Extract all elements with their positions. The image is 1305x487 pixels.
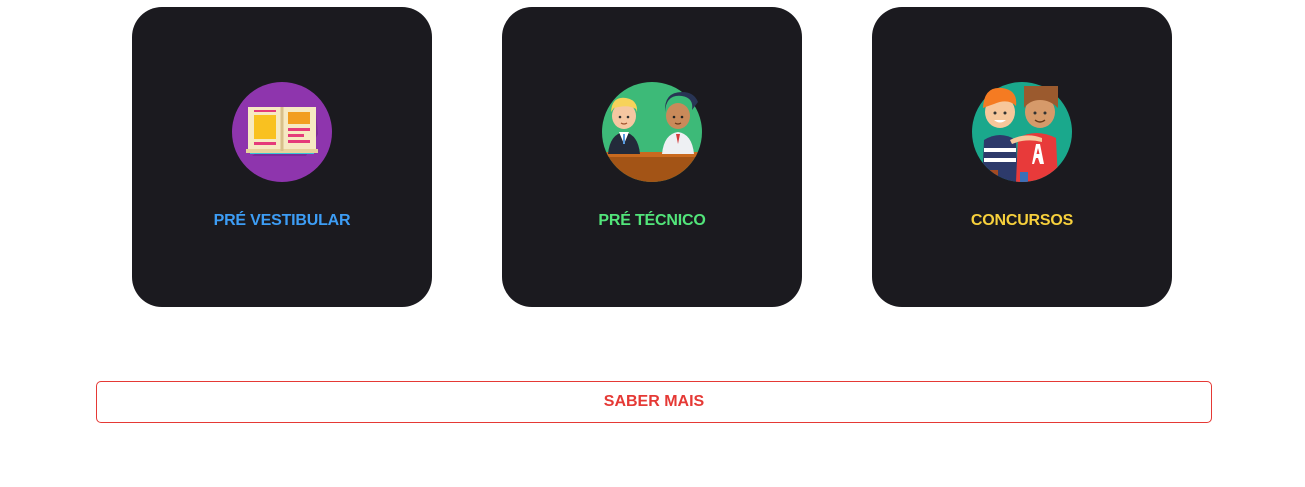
- open-book-icon: [232, 82, 332, 182]
- course-card-pre-tecnico[interactable]: PRÉ TÉCNICO: [502, 7, 802, 307]
- course-label: PRÉ TÉCNICO: [598, 212, 706, 229]
- saber-mais-label: SABER MAIS: [603, 393, 705, 410]
- course-label: CONCURSOS: [970, 212, 1074, 229]
- course-label: PRÉ VESTIBULAR: [213, 212, 351, 229]
- two-people-icon: [972, 82, 1072, 182]
- students-at-desk-icon: [602, 82, 702, 182]
- course-card-pre-vestibular[interactable]: PRÉ VESTIBULAR: [132, 7, 432, 307]
- saber-mais-button[interactable]: SABER MAIS: [96, 381, 1212, 423]
- course-card-concursos[interactable]: CONCURSOS: [872, 7, 1172, 307]
